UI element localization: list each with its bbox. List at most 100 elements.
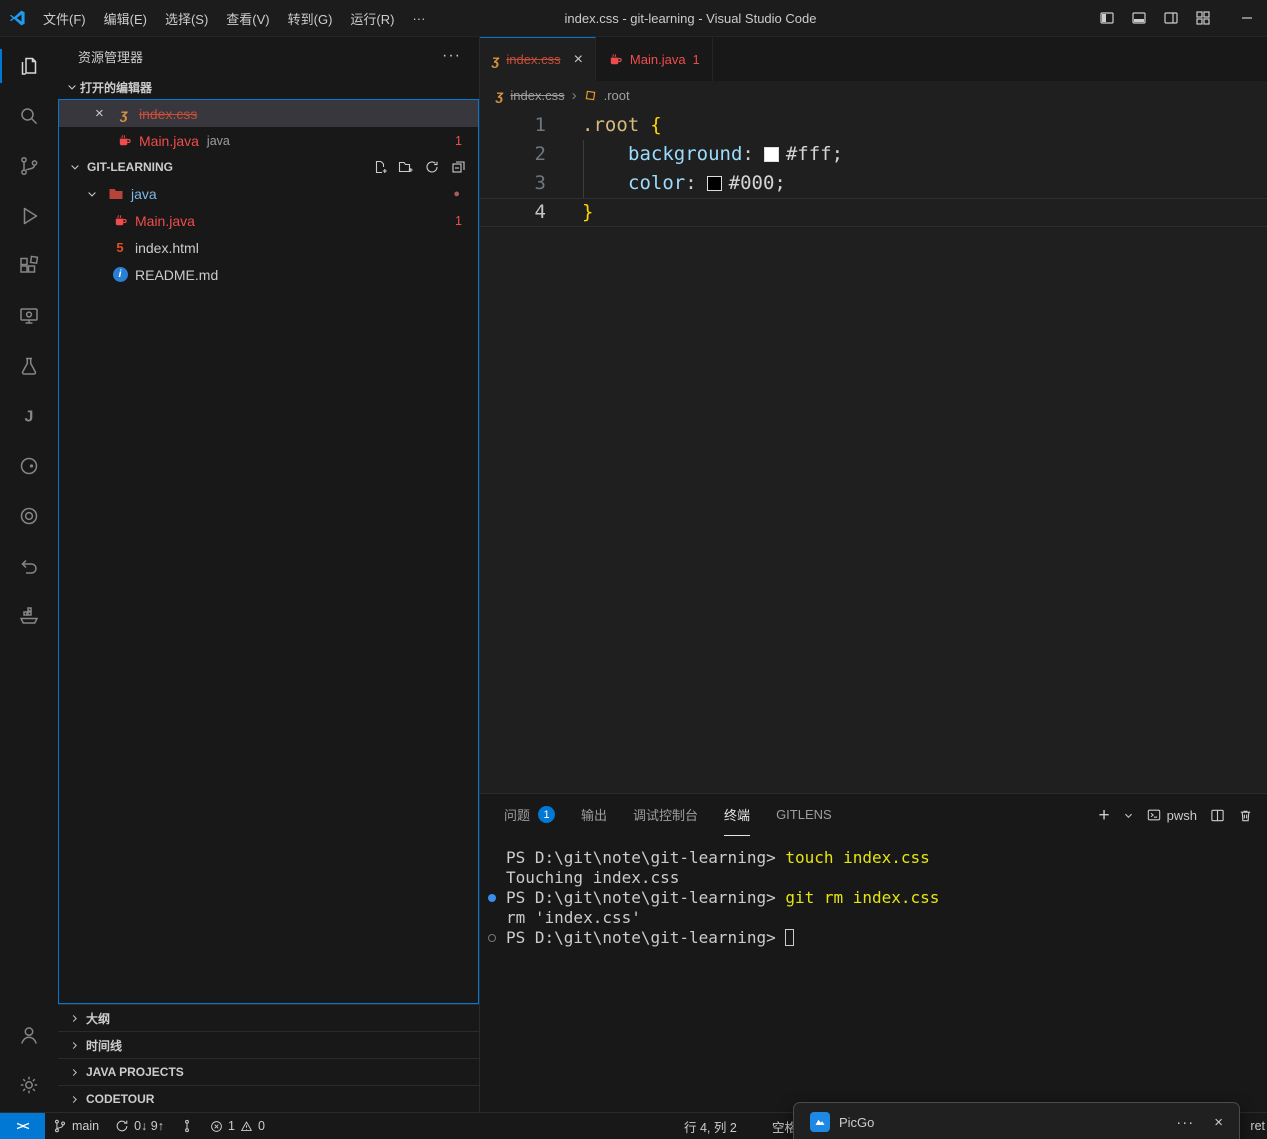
- file-label: Main.java: [139, 133, 199, 149]
- problems-status-item[interactable]: 1 0: [202, 1113, 273, 1139]
- panel-tab-gitlens[interactable]: GITLENS: [776, 794, 832, 836]
- open-editors-header[interactable]: 打开的编辑器: [58, 75, 479, 99]
- command-success-decoration[interactable]: [488, 894, 496, 902]
- run-debug-icon[interactable]: [5, 191, 53, 241]
- chevron-right-icon: [66, 1040, 82, 1051]
- customize-layout-icon[interactable]: [1195, 10, 1211, 26]
- menu-file[interactable]: 文件(F): [34, 0, 95, 36]
- explorer-icon[interactable]: [5, 41, 53, 91]
- tree-item-main-java[interactable]: Main.java 1: [59, 207, 478, 234]
- branch-status-item[interactable]: main: [45, 1113, 107, 1139]
- code-editor[interactable]: 1 .root{ 2 background:#fff; 3 color:#000…: [480, 109, 1267, 793]
- close-icon[interactable]: ×: [574, 51, 583, 69]
- open-editor-item-main-java[interactable]: Main.java java 1: [59, 127, 478, 154]
- section-java-projects[interactable]: JAVA PROJECTS: [58, 1058, 479, 1085]
- problems-badge: 1: [538, 806, 555, 823]
- tree-item-index-html[interactable]: 5 index.html: [59, 234, 478, 261]
- docker-icon[interactable]: [5, 591, 53, 641]
- code-line-3[interactable]: 3 color:#000;: [480, 169, 1267, 198]
- terminal-dropdown-icon[interactable]: [1123, 810, 1134, 821]
- toggle-panel-icon[interactable]: [1131, 10, 1147, 26]
- file-label: index.html: [135, 240, 199, 256]
- problem-count-badge: 1: [693, 53, 700, 67]
- toggle-secondary-sidebar-icon[interactable]: [1163, 10, 1179, 26]
- test-explorer-icon[interactable]: [5, 491, 53, 541]
- sync-status-item[interactable]: 0↓ 9↑: [107, 1113, 172, 1139]
- kill-terminal-icon[interactable]: [1238, 808, 1253, 823]
- java-file-icon: [608, 52, 623, 67]
- extensions-icon[interactable]: [5, 241, 53, 291]
- sidebar-more-actions-icon[interactable]: ···: [442, 47, 461, 65]
- terminal-line: rm 'index.css': [480, 908, 1267, 928]
- activity-bar: J: [0, 37, 58, 1112]
- minimize-icon[interactable]: [1241, 12, 1253, 24]
- chevron-down-icon: [64, 81, 80, 93]
- picgo-icon: [810, 1112, 830, 1132]
- java-icon[interactable]: J: [5, 391, 53, 441]
- breadcrumb: ʒ index.css › .root: [480, 81, 1267, 109]
- split-terminal-icon[interactable]: [1210, 808, 1225, 823]
- symbol-class-icon: [584, 89, 597, 102]
- source-control-icon[interactable]: [5, 141, 53, 191]
- terminal-content[interactable]: PS D:\git\note\git-learning>touch index.…: [480, 836, 1267, 1112]
- refresh-icon[interactable]: [424, 159, 440, 175]
- panel-tab-terminal[interactable]: 终端: [724, 794, 750, 836]
- remote-indicator[interactable]: ><: [0, 1113, 45, 1139]
- line-number: 2: [480, 140, 582, 169]
- code-line-1[interactable]: 1 .root{: [480, 111, 1267, 140]
- panel-tab-debug-console[interactable]: 调试控制台: [633, 794, 698, 836]
- new-file-icon[interactable]: [372, 159, 388, 175]
- new-folder-icon[interactable]: [398, 159, 414, 175]
- code-line-4[interactable]: 4 }: [480, 198, 1267, 227]
- vscode-window: 文件(F) 编辑(E) 选择(S) 查看(V) 转到(G) 运行(R) ··· …: [0, 0, 1267, 1139]
- section-codetour[interactable]: CODETOUR: [58, 1085, 479, 1112]
- source-control-graph-icon[interactable]: [172, 1113, 202, 1139]
- sidebar-title: 资源管理器: [78, 47, 143, 66]
- color-swatch-black[interactable]: [707, 176, 722, 191]
- code-line-2[interactable]: 2 background:#fff;: [480, 140, 1267, 169]
- breadcrumb-symbol[interactable]: .root: [604, 88, 630, 103]
- chevron-separator: ›: [572, 87, 577, 104]
- tree-item-readme-md[interactable]: i README.md: [59, 261, 478, 288]
- file-label: index.css: [139, 106, 197, 122]
- toast-close-icon[interactable]: ×: [1214, 1114, 1223, 1131]
- menu-edit[interactable]: 编辑(E): [95, 0, 156, 36]
- terminal-prompt-line[interactable]: PS D:\git\note\git-learning>: [480, 928, 1267, 948]
- codetour-icon[interactable]: [5, 541, 53, 591]
- tab-index-css[interactable]: ʒ index.css ×: [480, 37, 596, 81]
- open-editor-item-index-css[interactable]: × ʒ index.css: [59, 100, 478, 127]
- terminal-instance-pwsh[interactable]: pwsh: [1147, 808, 1197, 823]
- menu-view[interactable]: 查看(V): [217, 0, 278, 36]
- toast-more-actions-icon[interactable]: ···: [1176, 1114, 1194, 1131]
- settings-gear-icon[interactable]: [5, 1060, 53, 1110]
- menu-run[interactable]: 运行(R): [341, 0, 403, 36]
- toggle-sidebar-icon[interactable]: [1099, 10, 1115, 26]
- remote-explorer-icon[interactable]: [5, 291, 53, 341]
- close-icon[interactable]: ×: [95, 105, 113, 122]
- section-timeline[interactable]: 时间线: [58, 1031, 479, 1058]
- bottom-panel: 问题 1 输出 调试控制台 终端 GITLENS + pwsh: [480, 793, 1267, 1112]
- panel-tab-problems[interactable]: 问题 1: [504, 794, 555, 836]
- chevron-right-icon: [66, 1067, 82, 1078]
- explorer-empty-space[interactable]: [59, 288, 478, 1003]
- tab-main-java[interactable]: Main.java 1: [596, 37, 713, 81]
- search-icon[interactable]: [5, 91, 53, 141]
- problem-count-badge: 1: [455, 214, 462, 228]
- project-section-header[interactable]: GIT-LEARNING: [59, 154, 478, 180]
- collapse-all-icon[interactable]: [450, 159, 466, 175]
- account-icon[interactable]: [5, 1010, 53, 1060]
- breadcrumb-file[interactable]: index.css: [510, 88, 564, 103]
- gradle-icon[interactable]: [5, 441, 53, 491]
- new-terminal-icon[interactable]: +: [1099, 806, 1110, 825]
- tab-label: Main.java: [630, 52, 686, 67]
- section-outline[interactable]: 大纲: [58, 1004, 479, 1031]
- panel-tab-output[interactable]: 输出: [581, 794, 607, 836]
- tree-item-folder-java[interactable]: java ●: [59, 180, 478, 207]
- menu-selection[interactable]: 选择(S): [156, 0, 217, 36]
- testing-icon[interactable]: [5, 341, 53, 391]
- titlebar: 文件(F) 编辑(E) 选择(S) 查看(V) 转到(G) 运行(R) ··· …: [0, 0, 1267, 37]
- menu-overflow[interactable]: ···: [403, 0, 434, 36]
- menu-goto[interactable]: 转到(G): [279, 0, 342, 36]
- cursor-position-item[interactable]: 行 4, 列 2: [684, 1113, 737, 1139]
- color-swatch-white[interactable]: [764, 147, 779, 162]
